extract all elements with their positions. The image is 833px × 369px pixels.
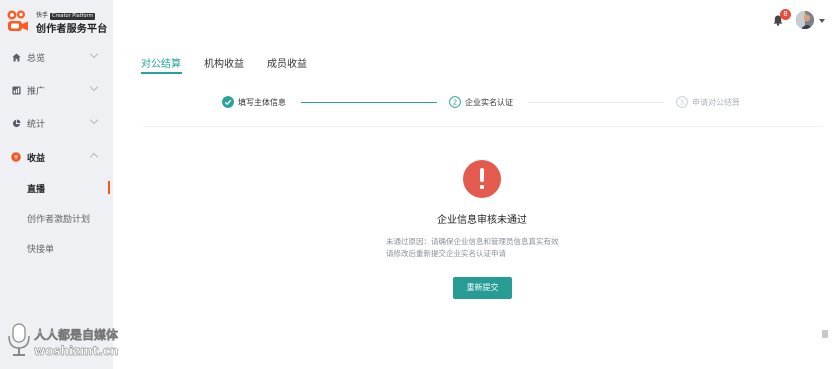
sidebar-item-label: 总览 <box>27 54 46 64</box>
promotion-icon <box>11 85 21 95</box>
caret-down-icon[interactable] <box>819 19 825 23</box>
sidebar-item-label: 推广 <box>27 87 46 97</box>
sidebar-item-revenue[interactable]: ¥ 收益 <box>0 146 113 168</box>
chevron-down-icon <box>89 82 99 92</box>
tab-agency-revenue[interactable]: 机构收益 <box>204 55 244 70</box>
brand-small-text: 快手 Creator Platform <box>36 12 96 20</box>
check-circle-icon <box>222 96 234 108</box>
avatar[interactable] <box>796 11 814 29</box>
step-1-label: 填写主体信息 <box>238 98 286 107</box>
kuaishou-logo-icon <box>7 10 28 31</box>
sidebar-item-statistics[interactable]: 统计 <box>0 112 113 134</box>
step-connector-pending <box>528 102 663 103</box>
scroll-handle[interactable] <box>822 330 828 338</box>
pie-chart-icon <box>11 118 21 128</box>
sidebar-item-label: 统计 <box>27 120 46 130</box>
microphone-icon <box>8 323 30 356</box>
brand-tag: Creator Platform <box>50 13 96 20</box>
error-icon <box>463 160 501 198</box>
divider <box>143 126 823 127</box>
resubmit-hint: 请修改后重新提交企业实名认证申请 <box>386 249 506 258</box>
step-2-label: 企业实名认证 <box>465 98 513 107</box>
sidebar-subitem-label: 创作者激励计划 <box>27 215 91 225</box>
top-bar: 8 <box>113 0 833 40</box>
step-3-number-icon: 3 <box>676 96 688 108</box>
coin-icon: ¥ <box>11 152 21 162</box>
sidebar-subitem-label: 快接单 <box>27 245 55 255</box>
resubmit-button[interactable]: 重新提交 <box>453 277 512 299</box>
step-3-label: 申请对公结算 <box>692 98 740 107</box>
step-2-number-icon: 2 <box>449 96 461 108</box>
failure-reason: 未通过原因：请确保企业信息和管理员信息真实有效 <box>386 237 559 246</box>
brand-name: 创作者服务平台 <box>36 24 108 35</box>
sidebar-subitem-creator-incentive[interactable]: 创作者激励计划 <box>0 208 113 228</box>
tab-corporate-settlement[interactable]: 对公结算 <box>141 55 181 70</box>
tab-member-revenue[interactable]: 成员收益 <box>267 55 307 70</box>
sidebar-item-label: 收益 <box>27 154 46 164</box>
sidebar-item-promotion[interactable]: 推广 <box>0 79 113 101</box>
sidebar-item-overview[interactable]: 总览 <box>0 46 113 68</box>
watermark-line2: woshizmt.cn <box>34 344 119 358</box>
sidebar-subitem-quick-orders[interactable]: 快接单 <box>0 238 113 258</box>
avatar-icon <box>796 11 814 29</box>
result-title: 企业信息审核未通过 <box>437 215 527 226</box>
brand-logo[interactable]: 快手 Creator Platform 创作者服务平台 <box>6 8 110 35</box>
notification-badge: 8 <box>780 9 791 20</box>
sidebar: 快手 Creator Platform 创作者服务平台 总览 推广 统计 ¥ 收益… <box>0 0 113 369</box>
svg-text:2: 2 <box>453 99 457 107</box>
sidebar-subitem-live[interactable]: 直播 <box>0 178 113 198</box>
watermark-line1: 人人都是自媒体 <box>34 328 119 342</box>
active-tab-underline <box>141 72 182 74</box>
watermark: 人人都是自媒体 woshizmt.cn <box>6 322 146 362</box>
svg-text:¥: ¥ <box>14 154 18 161</box>
sidebar-subitem-label: 直播 <box>27 185 46 195</box>
chevron-down-icon <box>89 49 99 59</box>
svg-text:3: 3 <box>680 99 684 107</box>
chevron-up-icon <box>89 152 99 162</box>
home-icon <box>11 52 21 62</box>
step-connector-done <box>301 102 437 103</box>
active-indicator <box>108 181 110 194</box>
chevron-down-icon <box>89 115 99 125</box>
